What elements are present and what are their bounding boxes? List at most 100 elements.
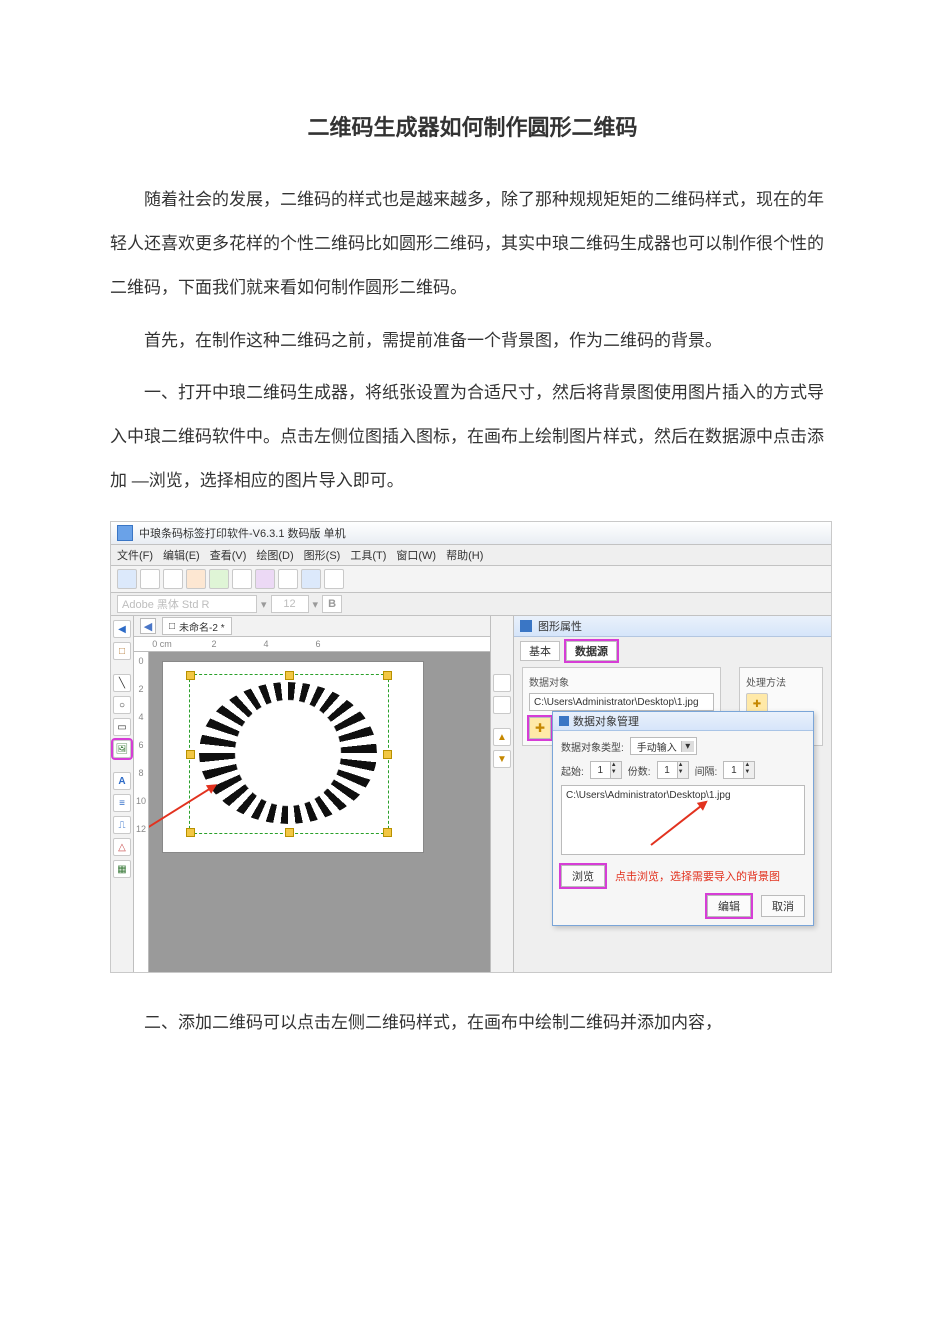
toolbar-button-3[interactable]: [163, 569, 183, 589]
ruler-h-2: 2: [202, 639, 226, 649]
ruler-v-8: 8: [138, 768, 143, 778]
menubar: 文件(F) 编辑(E) 查看(V) 绘图(D) 图形(S) 工具(T) 窗口(W…: [111, 545, 831, 566]
toolbar-button-10[interactable]: [324, 569, 344, 589]
app-screenshot: 中琅条码标签打印软件-V6.3.1 数码版 单机 文件(F) 编辑(E) 查看(…: [110, 521, 832, 973]
dialog-body: 数据对象类型: 手动输入 ▾ 起始: 1 ▲▼: [553, 731, 813, 861]
panel-title: 图形属性: [514, 616, 831, 637]
add-data-object-button[interactable]: ✚: [529, 717, 551, 739]
ruler-horizontal: 0 cm 2 4 6: [134, 637, 490, 652]
data-object-label: 数据对象: [529, 674, 714, 689]
doc-tab-square-icon: □: [169, 621, 175, 632]
browse-button[interactable]: 浏览: [561, 865, 605, 887]
tool-table[interactable]: ▦: [113, 860, 131, 878]
tool-pointer[interactable]: ◀: [113, 620, 131, 638]
menu-view[interactable]: 查看(V): [210, 547, 247, 563]
app-titlebar: 中琅条码标签打印软件-V6.3.1 数码版 单机: [111, 522, 831, 545]
tool-line[interactable]: ╲: [113, 674, 131, 692]
data-object-path[interactable]: C:\Users\Administrator\Desktop\1.jpg: [529, 693, 714, 711]
paragraph-3: 一、打开中琅二维码生成器，将纸张设置为合适尺寸，然后将背景图使用图片插入的方式导…: [110, 371, 835, 504]
edit-button[interactable]: 编辑: [707, 895, 751, 917]
tab-datasource[interactable]: 数据源: [566, 641, 617, 661]
tool-text[interactable]: A: [113, 772, 131, 790]
dialog-titlebar[interactable]: 数据对象管理: [553, 712, 813, 731]
tool-image-insert[interactable]: 🖼: [113, 740, 131, 758]
handle-tl[interactable]: [186, 671, 195, 680]
doc-tab-row: ◀ □ 未命名-2 *: [134, 616, 490, 637]
canvas[interactable]: [149, 652, 490, 972]
tool-circle[interactable]: ○: [113, 696, 131, 714]
document-tab[interactable]: □ 未命名-2 *: [162, 617, 232, 635]
canvas-area: ◀ □ 未命名-2 * 0 cm 2 4 6 0 2 4: [134, 616, 491, 972]
tab-basic[interactable]: 基本: [520, 641, 560, 661]
toolbar-button-4[interactable]: [186, 569, 206, 589]
bold-button[interactable]: B: [322, 595, 342, 613]
handle-br[interactable]: [383, 828, 392, 837]
properties-panel: 图形属性 基本 数据源 数据对象 C:\Users\Administrator\…: [514, 616, 831, 972]
menu-shape[interactable]: 图形(S): [304, 547, 341, 563]
canvas-inner: 0 2 4 6 8 10 12: [134, 652, 490, 972]
start-value: 1: [591, 762, 610, 778]
paragraph-2: 首先，在制作这种二维码之前，需提前准备一个背景图，作为二维码的背景。: [110, 319, 835, 363]
mid-tool-2[interactable]: [493, 696, 511, 714]
ruler-v-4: 4: [138, 712, 143, 722]
cancel-button[interactable]: 取消: [761, 895, 805, 917]
menu-file[interactable]: 文件(F): [117, 547, 153, 563]
toolbar-button-9[interactable]: [301, 569, 321, 589]
ruler-h-4: 4: [254, 639, 278, 649]
panel-icon: [520, 620, 532, 632]
mid-tool-1[interactable]: [493, 674, 511, 692]
menu-edit[interactable]: 编辑(E): [163, 547, 200, 563]
handle-bm[interactable]: [285, 828, 294, 837]
dialog-footer: 浏览 点击浏览，选择需要导入的背景图: [553, 861, 813, 895]
chevron-down-icon: ▾: [313, 598, 319, 611]
tool-select[interactable]: □: [113, 642, 131, 660]
ruler-h-0: 0 cm: [150, 639, 174, 649]
app-title: 中琅条码标签打印软件-V6.3.1 数码版 单机: [139, 525, 346, 541]
font-row: Adobe 黑体 Std R ▾ 12 ▾ B: [111, 593, 831, 616]
panel-body: 数据对象 C:\Users\Administrator\Desktop\1.jp…: [514, 661, 831, 972]
paragraph-4: 二、添加二维码可以点击左侧二维码样式，在画布中绘制二维码并添加内容，: [110, 1001, 835, 1045]
font-name-input[interactable]: Adobe 黑体 Std R: [117, 595, 257, 613]
toolbar-button-5[interactable]: [209, 569, 229, 589]
menu-window[interactable]: 窗口(W): [396, 547, 436, 563]
dialog-footer-2: 编辑 取消: [553, 895, 813, 925]
toolbar-button-2[interactable]: [140, 569, 160, 589]
dialog-icon: [559, 716, 569, 726]
handle-tm[interactable]: [285, 671, 294, 680]
mid-tool-down[interactable]: ▼: [493, 750, 511, 768]
font-size-input[interactable]: 12: [271, 595, 309, 613]
left-toolbar: ◀ □ ╲ ○ ▭ 🖼 A ≡ ⎍ △ ▦: [111, 616, 134, 972]
dialog-title: 数据对象管理: [573, 713, 639, 729]
type-value: 手动输入: [633, 739, 681, 754]
step-stepper[interactable]: 1 ▲▼: [723, 761, 755, 779]
handle-mr[interactable]: [383, 750, 392, 759]
menu-draw[interactable]: 绘图(D): [256, 547, 293, 563]
toolbar-button-7[interactable]: [255, 569, 275, 589]
tab-prev-button[interactable]: ◀: [140, 618, 156, 634]
tool-triangle[interactable]: △: [113, 838, 131, 856]
handle-tr[interactable]: [383, 671, 392, 680]
toolbar-button-8[interactable]: [278, 569, 298, 589]
menu-help[interactable]: 帮助(H): [446, 547, 483, 563]
toolbar-button-6[interactable]: [232, 569, 252, 589]
type-dropdown[interactable]: 手动输入 ▾: [630, 737, 697, 755]
tool-rect[interactable]: ▭: [113, 718, 131, 736]
mid-tool-up[interactable]: ▲: [493, 728, 511, 746]
data-object-dialog: 数据对象管理 数据对象类型: 手动输入 ▾ 起始:: [552, 711, 814, 926]
doc-tab-label: 未命名-2 *: [179, 619, 225, 634]
handle-bl[interactable]: [186, 828, 195, 837]
ruler-v-2: 2: [138, 684, 143, 694]
doc-title: 二维码生成器如何制作圆形二维码: [110, 110, 835, 142]
handle-ml[interactable]: [186, 750, 195, 759]
menu-tool[interactable]: 工具(T): [350, 547, 386, 563]
panel-tabs: 基本 数据源: [514, 637, 831, 661]
toolbar-button-1[interactable]: [117, 569, 137, 589]
ruler-v-12: 12: [136, 824, 146, 834]
type-label: 数据对象类型:: [561, 739, 624, 754]
selection-box[interactable]: [189, 674, 389, 834]
ruler-v-10: 10: [136, 796, 146, 806]
tool-list[interactable]: ≡: [113, 794, 131, 812]
tool-barcode[interactable]: ⎍: [113, 816, 131, 834]
start-stepper[interactable]: 1 ▲▼: [590, 761, 622, 779]
count-stepper[interactable]: 1 ▲▼: [657, 761, 689, 779]
